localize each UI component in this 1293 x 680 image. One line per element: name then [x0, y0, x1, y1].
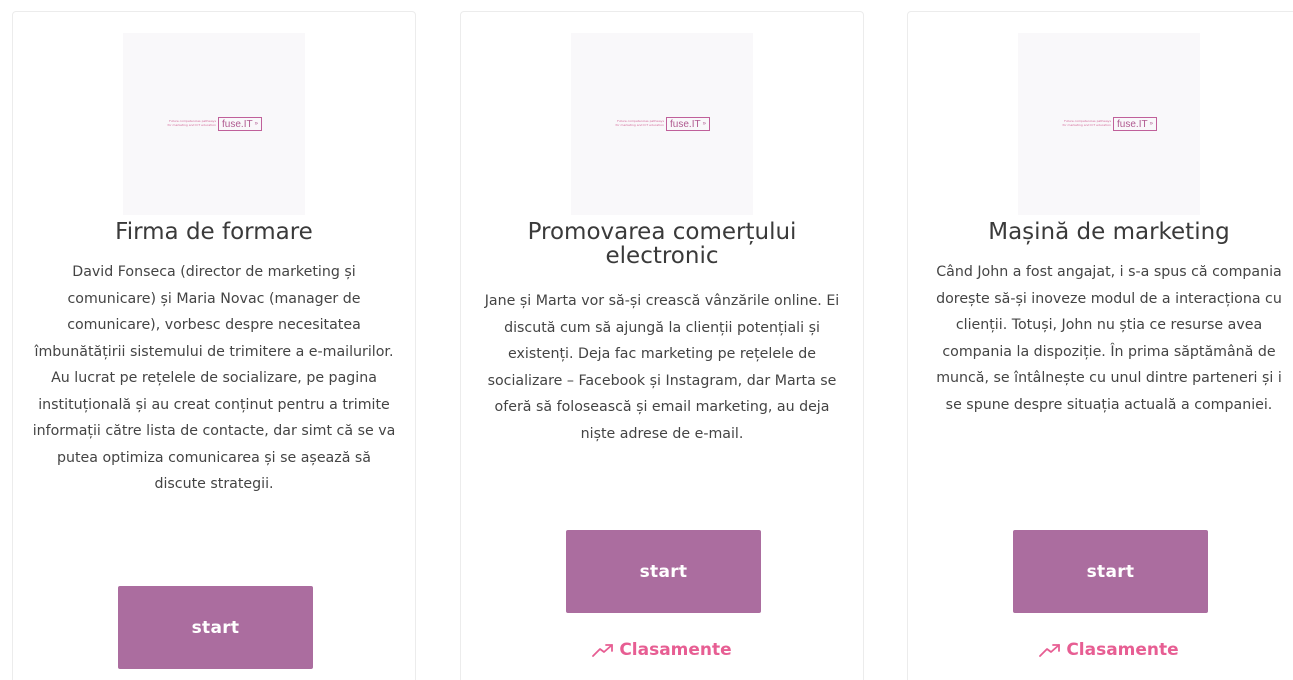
rankings-link[interactable]: Clasamente	[908, 640, 1293, 660]
logo-text: fuse.IT	[1117, 118, 1148, 130]
logo-arrow-icon: »	[1149, 121, 1153, 127]
scenario-card: Future competencies pathways for marketi…	[12, 11, 416, 680]
logo-arrow-icon: »	[702, 121, 706, 127]
card-thumbnail: Future competencies pathways for marketi…	[1018, 33, 1200, 215]
logo-wordmark: fuse.IT »	[666, 117, 710, 131]
logo-wordmark: fuse.IT »	[218, 117, 262, 131]
logo-text: fuse.IT	[222, 118, 253, 130]
scenario-card: Future competencies pathways for marketi…	[460, 11, 864, 680]
logo-text: fuse.IT	[670, 118, 701, 130]
logo-wordmark: fuse.IT »	[1113, 117, 1157, 131]
card-title: Mașină de marketing	[988, 219, 1230, 245]
fuse-it-logo: Future competencies pathways for marketi…	[1061, 117, 1157, 131]
card-description: David Fonseca (director de marketing și …	[32, 264, 396, 492]
logo-arrow-icon: »	[254, 121, 258, 127]
rankings-label: Clasamente	[619, 640, 732, 660]
logo-tagline: Future competencies pathways for marketi…	[615, 119, 665, 127]
card-description: Când John a fost angajat, i s-a spus că …	[936, 264, 1282, 413]
logo-tagline: Future competencies pathways for marketi…	[1062, 119, 1112, 127]
trending-up-icon	[592, 644, 614, 657]
fuse-it-logo: Future competencies pathways for marketi…	[614, 117, 710, 131]
start-button[interactable]: start	[566, 530, 761, 613]
scenario-card: Future competencies pathways for marketi…	[907, 11, 1293, 680]
card-thumbnail: Future competencies pathways for marketi…	[123, 33, 305, 215]
card-description: Jane și Marta vor să-și crească vânzăril…	[484, 293, 840, 442]
card-thumbnail: Future competencies pathways for marketi…	[571, 33, 753, 215]
start-button[interactable]: start	[1013, 530, 1208, 613]
start-button[interactable]: start	[118, 586, 313, 669]
logo-tagline: Future competencies pathways for marketi…	[167, 119, 217, 127]
rankings-label: Clasamente	[1066, 640, 1179, 660]
card-title: Firma de formare	[115, 219, 313, 245]
trending-up-icon	[1039, 644, 1061, 657]
card-title: Promovarea comerțului electronic	[527, 219, 797, 269]
scenario-card-list: Future competencies pathways for marketi…	[0, 0, 1293, 680]
fuse-it-logo: Future competencies pathways for marketi…	[166, 117, 262, 131]
rankings-link[interactable]: Clasamente	[461, 640, 863, 660]
